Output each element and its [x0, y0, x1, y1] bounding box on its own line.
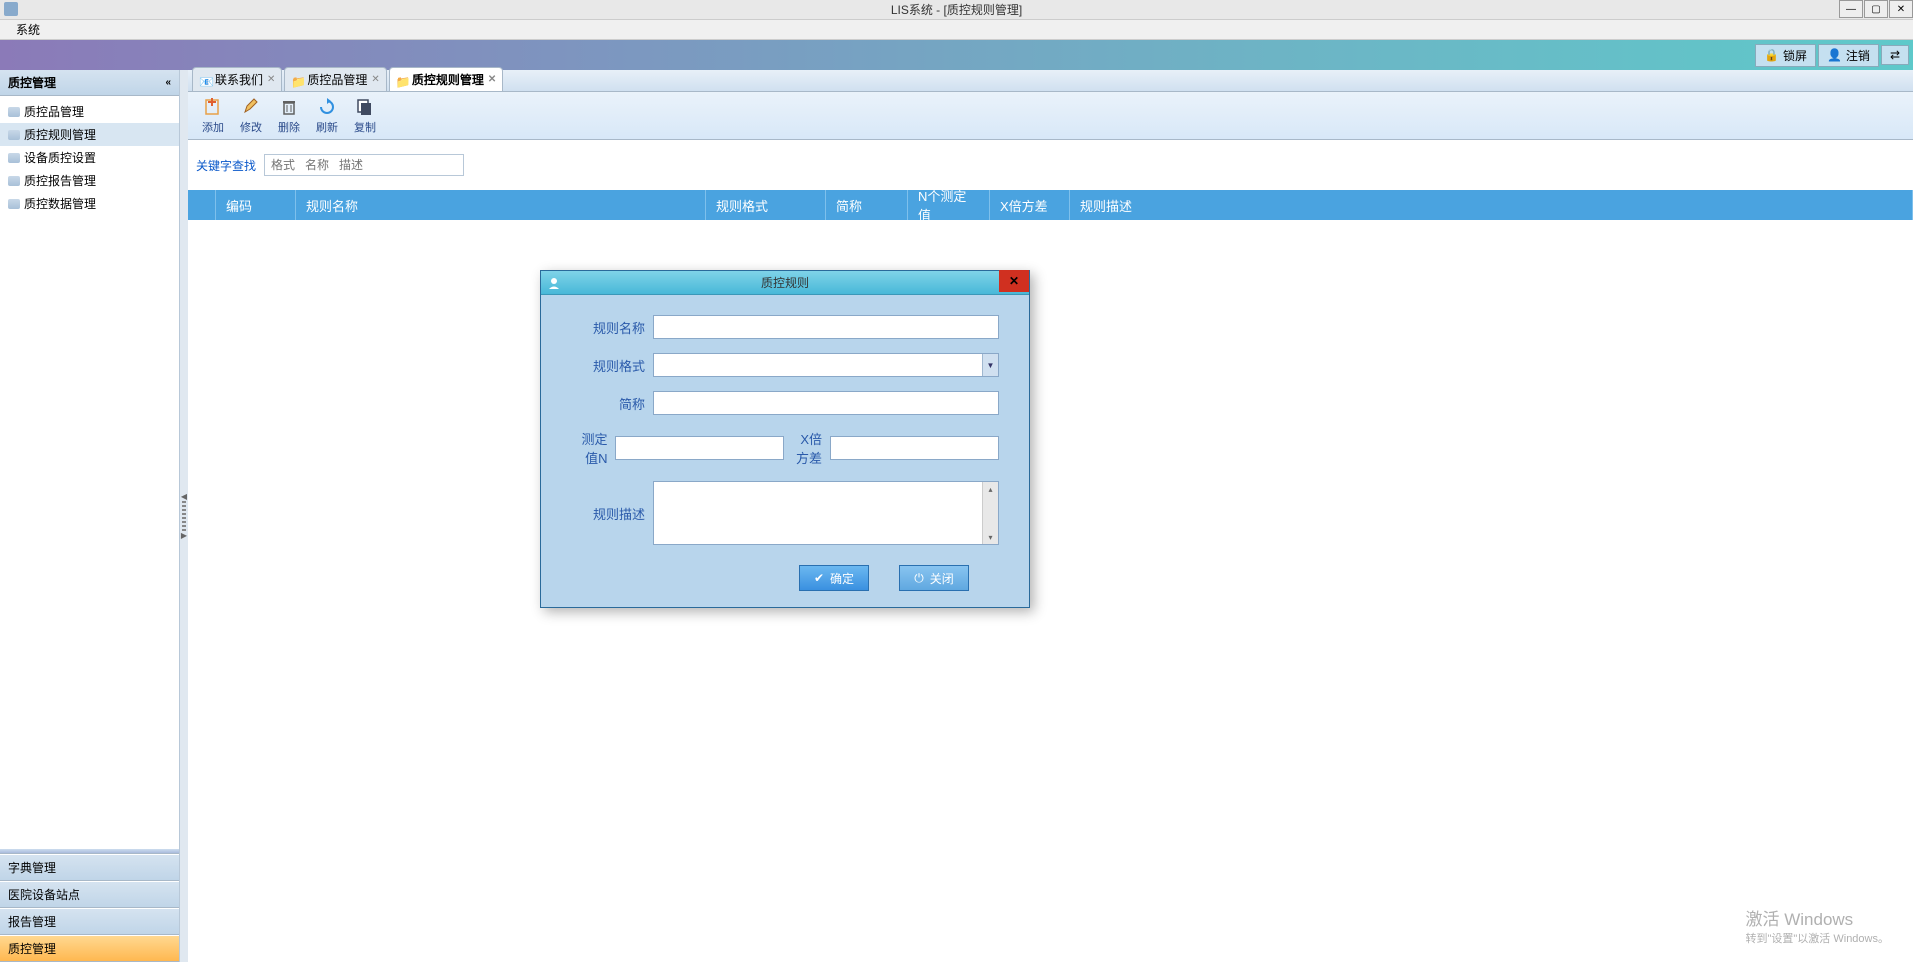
logout-button[interactable]: 👤 注销: [1818, 44, 1879, 67]
textarea-scrollbar[interactable]: ▴ ▾: [982, 482, 998, 544]
select-rule-format-input[interactable]: [654, 354, 982, 376]
tab-qc-product[interactable]: 📁 质控品管理 ✕: [284, 67, 386, 91]
window-controls: — ▢ ✕: [1838, 0, 1913, 18]
th-rule-format[interactable]: 规则格式: [706, 190, 826, 220]
sidebar-footer-dict[interactable]: 字典管理: [0, 854, 179, 881]
add-icon: [203, 97, 223, 117]
th-code[interactable]: 编码: [216, 190, 296, 220]
dialog-icon: [547, 276, 561, 290]
input-n-value[interactable]: [615, 436, 784, 460]
th-n-value[interactable]: N个测定值: [908, 190, 990, 220]
search-input[interactable]: [264, 154, 464, 176]
toolbar-add-button[interactable]: 添加: [196, 95, 230, 137]
toolbar-copy-button[interactable]: 复制: [348, 95, 382, 137]
sidebar-header: 质控管理 «: [0, 70, 179, 96]
swap-icon: ⇄: [1890, 48, 1900, 62]
textarea-rule-desc-wrap: ▴ ▾: [653, 481, 999, 545]
menu-system[interactable]: 系统: [8, 19, 48, 40]
edit-icon: [241, 97, 261, 117]
scroll-down-icon[interactable]: ▾: [983, 530, 998, 544]
toolbar: 添加 修改 删除 刷新 复制: [188, 92, 1913, 140]
th-rule-desc[interactable]: 规则描述: [1070, 190, 1913, 220]
th-checkbox: [188, 190, 216, 220]
refresh-icon: [317, 97, 337, 117]
label-short-name: 简称: [571, 394, 645, 413]
qc-rule-dialog: 质控规则 ✕ 规则名称 规则格式 ▼ 简称 测定值N X倍: [540, 270, 1030, 608]
label-rule-desc: 规则描述: [571, 504, 645, 523]
splitter-grip: [182, 501, 186, 531]
tab-qc-rule[interactable]: 📁 质控规则管理 ✕: [389, 67, 503, 91]
folder-icon: 📁: [396, 75, 408, 85]
select-rule-format[interactable]: ▼: [653, 353, 999, 377]
table-header: 编码 规则名称 规则格式 简称 N个测定值 X倍方差 规则描述: [188, 190, 1913, 220]
tab-close-icon[interactable]: ✕: [267, 74, 275, 85]
ok-button[interactable]: ✔ 确定: [799, 565, 869, 591]
tab-close-icon[interactable]: ✕: [488, 74, 496, 85]
label-rule-name: 规则名称: [571, 318, 645, 337]
sidebar-title: 质控管理: [8, 74, 56, 91]
delete-icon: [279, 97, 299, 117]
input-short-name[interactable]: [653, 391, 999, 415]
th-rule-name[interactable]: 规则名称: [296, 190, 706, 220]
sidebar-footer-qc[interactable]: 质控管理: [0, 935, 179, 962]
tab-strip: 📧 联系我们 ✕ 📁 质控品管理 ✕ 📁 质控规则管理 ✕: [188, 70, 1913, 92]
th-short-name[interactable]: 简称: [826, 190, 908, 220]
search-row: 关键字查找: [188, 140, 1913, 190]
dialog-body: 规则名称 规则格式 ▼ 简称 测定值N X倍方差 规则描述: [541, 295, 1029, 607]
sidebar-items: 质控品管理 质控规则管理 设备质控设置 质控报告管理 质控数据管理: [0, 96, 179, 848]
input-x-variance[interactable]: [830, 436, 999, 460]
lock-screen-button[interactable]: 🔒 锁屏: [1755, 44, 1816, 67]
check-icon: ✔: [814, 571, 824, 585]
label-x-variance: X倍方差: [792, 429, 822, 467]
folder-icon: 📁: [291, 75, 303, 85]
ribbon-extra-button[interactable]: ⇄: [1881, 45, 1909, 65]
label-rule-format: 规则格式: [571, 356, 645, 375]
logout-icon: 👤: [1827, 48, 1842, 62]
dialog-buttons: ✔ 确定 ⏻ 关闭: [571, 559, 999, 591]
sidebar-item-qc-product[interactable]: 质控品管理: [0, 100, 179, 123]
sidebar-collapse-button[interactable]: «: [165, 77, 171, 88]
textarea-rule-desc[interactable]: [654, 482, 982, 544]
sidebar-item-qc-report[interactable]: 质控报告管理: [0, 169, 179, 192]
ribbon-header: 🔒 锁屏 👤 注销 ⇄: [0, 40, 1913, 70]
toolbar-delete-button[interactable]: 删除: [272, 95, 306, 137]
scroll-up-icon[interactable]: ▴: [983, 482, 998, 496]
label-n-value: 测定值N: [571, 429, 607, 467]
tab-close-icon[interactable]: ✕: [371, 74, 379, 85]
splitter[interactable]: ◀ ▶: [180, 70, 188, 962]
toolbar-refresh-button[interactable]: 刷新: [310, 95, 344, 137]
toolbar-edit-button[interactable]: 修改: [234, 95, 268, 137]
search-label: 关键字查找: [196, 157, 256, 174]
dialog-title: 质控规则: [761, 274, 809, 291]
content-area: 📧 联系我们 ✕ 📁 质控品管理 ✕ 📁 质控规则管理 ✕ 添加: [188, 70, 1913, 962]
close-window-button[interactable]: ✕: [1889, 0, 1913, 18]
sidebar-footer: 字典管理 医院设备站点 报告管理 质控管理: [0, 848, 179, 962]
maximize-button[interactable]: ▢: [1864, 0, 1888, 18]
power-icon: ⏻: [914, 571, 924, 586]
input-rule-name[interactable]: [653, 315, 999, 339]
dropdown-icon[interactable]: ▼: [982, 354, 998, 376]
window-title: LIS系统 - [质控规则管理]: [891, 1, 1022, 18]
copy-icon: [355, 97, 375, 117]
sidebar-item-qc-rule[interactable]: 质控规则管理: [0, 123, 179, 146]
dialog-close-button[interactable]: ✕: [999, 270, 1029, 292]
sidebar-footer-report[interactable]: 报告管理: [0, 908, 179, 935]
th-x-variance[interactable]: X倍方差: [990, 190, 1070, 220]
dialog-titlebar[interactable]: 质控规则 ✕: [541, 271, 1029, 295]
sidebar-footer-hospital[interactable]: 医院设备站点: [0, 881, 179, 908]
app-icon: [4, 2, 18, 16]
minimize-button[interactable]: —: [1839, 0, 1863, 18]
lock-icon: 🔒: [1764, 48, 1779, 62]
contact-icon: 📧: [199, 75, 211, 85]
title-bar: LIS系统 - [质控规则管理] — ▢ ✕: [0, 0, 1913, 20]
menu-bar: 系统: [0, 20, 1913, 40]
tab-contact-us[interactable]: 📧 联系我们 ✕: [192, 67, 282, 91]
sidebar-item-qc-data[interactable]: 质控数据管理: [0, 192, 179, 215]
close-button[interactable]: ⏻ 关闭: [899, 565, 969, 591]
sidebar: 质控管理 « 质控品管理 质控规则管理 设备质控设置 质控报告管理 质控数据管理…: [0, 70, 180, 962]
sidebar-item-device-qc[interactable]: 设备质控设置: [0, 146, 179, 169]
